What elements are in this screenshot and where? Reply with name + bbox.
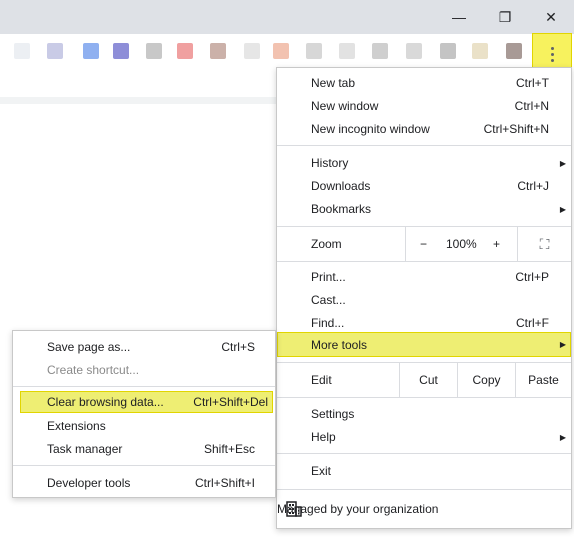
extension-icon[interactable] (177, 43, 193, 59)
menu-divider (277, 261, 571, 262)
fullscreen-icon: ⛶ (539, 235, 550, 252)
extension-icon[interactable] (83, 43, 99, 59)
extension-icon[interactable] (47, 43, 63, 59)
menu-item-bookmarks[interactable]: Bookmarks ▶ (277, 198, 571, 220)
building-icon (286, 501, 302, 517)
copy-button[interactable]: Copy (457, 363, 515, 397)
extension-icon[interactable] (210, 43, 226, 59)
cut-button[interactable]: Cut (399, 363, 457, 397)
menu-item-new-tab[interactable]: New tab Ctrl+T (277, 72, 571, 94)
page-content (0, 97, 290, 104)
zoom-label: Zoom (311, 237, 342, 251)
chrome-main-menu: New tab Ctrl+T New window Ctrl+N New inc… (276, 67, 572, 529)
menu-item-find[interactable]: Find... Ctrl+F (277, 312, 571, 334)
menu-item-settings[interactable]: Settings (277, 403, 571, 425)
menu-item-clear-browsing-data[interactable]: Clear browsing data... Ctrl+Shift+Del (20, 391, 273, 413)
maximize-button[interactable]: ❐ (482, 0, 528, 34)
extension-icon[interactable] (244, 43, 260, 59)
menu-item-cast[interactable]: Cast... (277, 289, 571, 311)
extension-icon[interactable] (372, 43, 388, 59)
extension-icon[interactable] (306, 43, 322, 59)
edit-row: Edit Cut Copy Paste (277, 363, 571, 397)
menu-item-history[interactable]: History ▶ (277, 152, 571, 174)
menu-divider (277, 453, 571, 454)
menu-divider (277, 397, 571, 398)
zoom-row: Zoom − 100% + ⛶ (277, 227, 571, 261)
more-vertical-icon (550, 46, 554, 62)
extension-icon[interactable] (506, 43, 522, 59)
menu-divider (277, 489, 571, 490)
menu-item-extensions[interactable]: Extensions (13, 415, 275, 437)
extension-icon[interactable] (273, 43, 289, 59)
minimize-button[interactable]: — (436, 0, 482, 34)
extension-icon[interactable] (14, 43, 30, 59)
edit-label: Edit (311, 373, 332, 387)
menu-item-help[interactable]: Help ▶ (277, 426, 571, 448)
minimize-icon: — (452, 9, 466, 25)
chevron-right-icon: ▶ (559, 204, 566, 214)
menu-item-more-tools[interactable]: More tools ▶ (277, 332, 571, 357)
extension-icon[interactable] (339, 43, 355, 59)
managed-by-organization[interactable]: Managed by your organization (277, 496, 571, 522)
menu-item-developer-tools[interactable]: Developer tools Ctrl+Shift+I (13, 472, 275, 494)
chevron-right-icon: ▶ (559, 340, 566, 349)
menu-item-downloads[interactable]: Downloads Ctrl+J (277, 175, 571, 197)
menu-item-create-shortcut: Create shortcut... (47, 363, 140, 377)
close-button[interactable]: ✕ (528, 0, 574, 34)
chevron-right-icon: ▶ (559, 432, 566, 442)
menu-item-new-window[interactable]: New window Ctrl+N (277, 95, 571, 117)
menu-divider (277, 145, 571, 146)
extension-icon[interactable] (146, 43, 162, 59)
menu-divider (13, 465, 275, 466)
paste-button[interactable]: Paste (515, 363, 571, 397)
zoom-controls: − 100% + (405, 227, 517, 261)
more-tools-submenu: Save page as... Ctrl+S Create shortcut..… (12, 330, 276, 498)
zoom-level: 100% (446, 237, 477, 251)
extension-icon[interactable] (406, 43, 422, 59)
chevron-right-icon: ▶ (559, 158, 566, 168)
extension-icon[interactable] (113, 43, 129, 59)
menu-divider (13, 386, 275, 387)
menu-item-save-page-as[interactable]: Save page as... Ctrl+S (13, 336, 275, 358)
extension-icon[interactable] (440, 43, 456, 59)
fullscreen-button[interactable]: ⛶ (517, 227, 571, 261)
zoom-in-button[interactable]: + (493, 237, 500, 251)
menu-item-task-manager[interactable]: Task manager Shift+Esc (13, 438, 275, 460)
menu-item-print[interactable]: Print... Ctrl+P (277, 266, 571, 288)
extension-icon[interactable] (472, 43, 488, 59)
maximize-icon: ❐ (498, 8, 512, 25)
menu-item-new-incognito-window[interactable]: New incognito window Ctrl+Shift+N (277, 118, 571, 140)
zoom-out-button[interactable]: − (420, 237, 427, 251)
title-bar: — ❐ ✕ (0, 0, 574, 34)
menu-item-exit[interactable]: Exit (277, 460, 571, 482)
close-icon: ✕ (545, 8, 557, 25)
